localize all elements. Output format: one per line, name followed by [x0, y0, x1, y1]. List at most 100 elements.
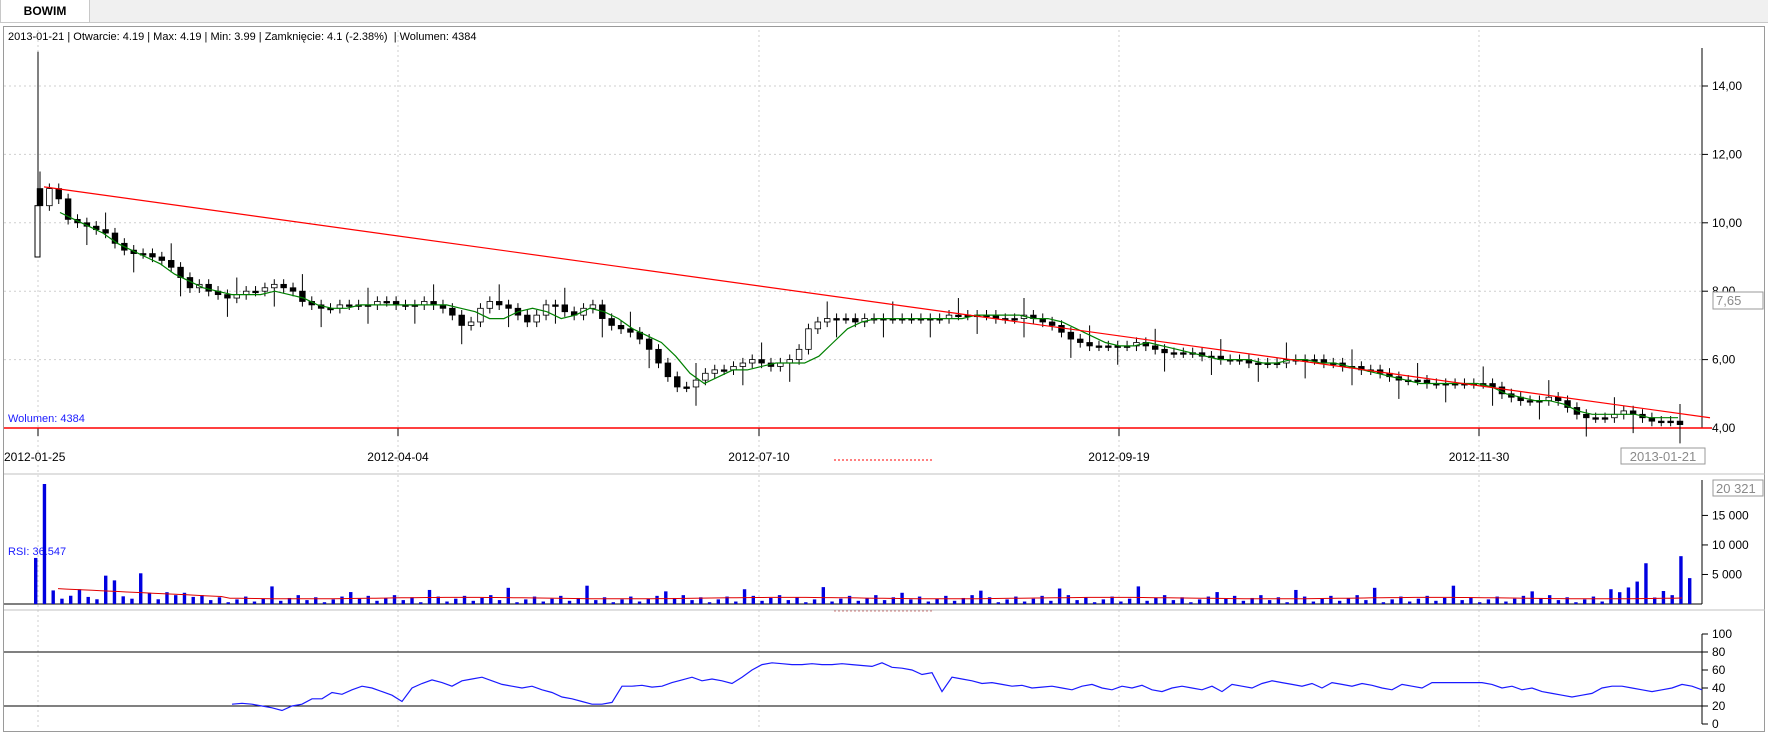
- candle-body: [645, 338, 653, 350]
- rsi-tick-label: 0: [1712, 717, 1719, 731]
- volume-bar: [1635, 581, 1639, 604]
- volume-bar: [541, 601, 545, 604]
- volume-tick-label: 10 000: [1712, 538, 1749, 552]
- candle-body: [814, 321, 822, 330]
- candle-body: [271, 283, 278, 289]
- volume-bar: [1005, 599, 1009, 604]
- volume-bar: [1031, 598, 1036, 604]
- candle-body: [1152, 345, 1159, 350]
- rsi-tick-label: 40: [1712, 681, 1726, 695]
- volume-bar: [217, 597, 222, 604]
- volume-bar: [489, 595, 493, 604]
- volume-bar: [427, 589, 432, 604]
- volume-bar: [200, 595, 204, 604]
- volume-bar: [655, 595, 659, 604]
- candle-body: [824, 318, 831, 323]
- volume-bar: [1442, 597, 1447, 604]
- candle-body: [102, 229, 109, 234]
- volume-bar: [366, 595, 370, 604]
- volume-bar: [777, 595, 782, 604]
- volume-bar: [1276, 597, 1281, 604]
- volume-bar: [996, 602, 1001, 604]
- volume-bar: [1512, 598, 1517, 604]
- candle-body: [758, 359, 765, 364]
- volume-bar: [874, 595, 878, 604]
- x-tick-label: 2012-11-30: [1449, 450, 1510, 464]
- volume-bar: [909, 599, 913, 604]
- volume-bar: [1381, 602, 1386, 604]
- candle-body: [533, 314, 540, 323]
- x-tick-label: 2012-04-04: [367, 450, 429, 464]
- candle-body: [711, 369, 718, 374]
- volume-bar: [1232, 595, 1237, 604]
- volume-bar: [1294, 589, 1298, 604]
- volume-bar: [637, 601, 642, 604]
- volume-bar: [340, 596, 344, 604]
- volume-bar: [331, 599, 335, 604]
- volume-bar: [1049, 600, 1053, 604]
- stock-chart[interactable]: 2012-01-25 2012-04-04 2012-07-10 2012-09-19…: [0, 0, 1768, 735]
- volume-bar: [51, 590, 55, 604]
- volume-bar: [716, 599, 721, 604]
- candle-body: [664, 362, 672, 378]
- volume-bar: [244, 596, 248, 604]
- volume-bar: [1311, 601, 1316, 604]
- candle-body: [627, 328, 634, 333]
- volume-bar: [1582, 599, 1587, 604]
- volume-bar: [314, 597, 318, 604]
- y-tick-label: 10,00: [1712, 216, 1742, 230]
- volume-bar: [69, 595, 73, 604]
- candle-body: [692, 379, 700, 388]
- volume-bar: [401, 600, 405, 604]
- volume-bar: [611, 602, 615, 604]
- volume-bar: [147, 592, 152, 604]
- volume-bar: [1022, 601, 1027, 604]
- candle-body: [252, 290, 259, 294]
- volume-bar: [1119, 601, 1123, 604]
- volume-bar: [1285, 602, 1289, 604]
- volume-bar: [944, 595, 948, 604]
- volume-bar: [839, 598, 843, 604]
- volume-bar: [1057, 588, 1062, 604]
- volume-bar: [410, 597, 414, 604]
- volume-bar: [1407, 601, 1412, 604]
- volume-bar: [471, 600, 475, 604]
- candle-body: [467, 321, 475, 326]
- volume-current-value: 20 321: [1716, 481, 1756, 496]
- volume-bar: [1486, 599, 1491, 604]
- volume-bar: [1372, 587, 1377, 604]
- x-tick-label: 2012-09-19: [1088, 450, 1150, 464]
- candle-body: [795, 348, 803, 360]
- volume-bar: [760, 600, 764, 604]
- volume-bar: [559, 595, 563, 604]
- volume-bar: [1259, 595, 1263, 604]
- volume-tick-label: 5 000: [1712, 567, 1742, 581]
- volume-bar: [419, 602, 423, 604]
- last-date-label: 2013-01-21: [1630, 449, 1697, 464]
- volume-bar: [1416, 598, 1421, 604]
- volume-bar: [1609, 589, 1613, 604]
- volume-bar: [1092, 602, 1097, 604]
- volume-bar: [60, 598, 64, 604]
- candle-body: [608, 318, 615, 326]
- candle-body: [346, 304, 353, 307]
- volume-bar: [1101, 599, 1106, 604]
- volume-bar: [1390, 599, 1394, 604]
- candle-body: [1180, 352, 1187, 355]
- candle-body: [1048, 321, 1056, 326]
- volume-bar: [261, 598, 265, 604]
- volume-bar: [620, 599, 624, 604]
- candle-body: [617, 324, 625, 330]
- candle-body: [552, 304, 559, 307]
- volume-bar: [322, 602, 327, 604]
- candle-body: [524, 314, 531, 323]
- volume-bar: [979, 590, 983, 604]
- candle-body: [955, 314, 962, 318]
- volume-bar: [1346, 597, 1351, 604]
- volume-bar: [445, 601, 449, 604]
- candle-body: [46, 188, 53, 207]
- volume-bar: [497, 600, 502, 604]
- volume-bar: [1504, 601, 1508, 604]
- volume-bar: [567, 600, 572, 604]
- candle-body: [1095, 345, 1103, 348]
